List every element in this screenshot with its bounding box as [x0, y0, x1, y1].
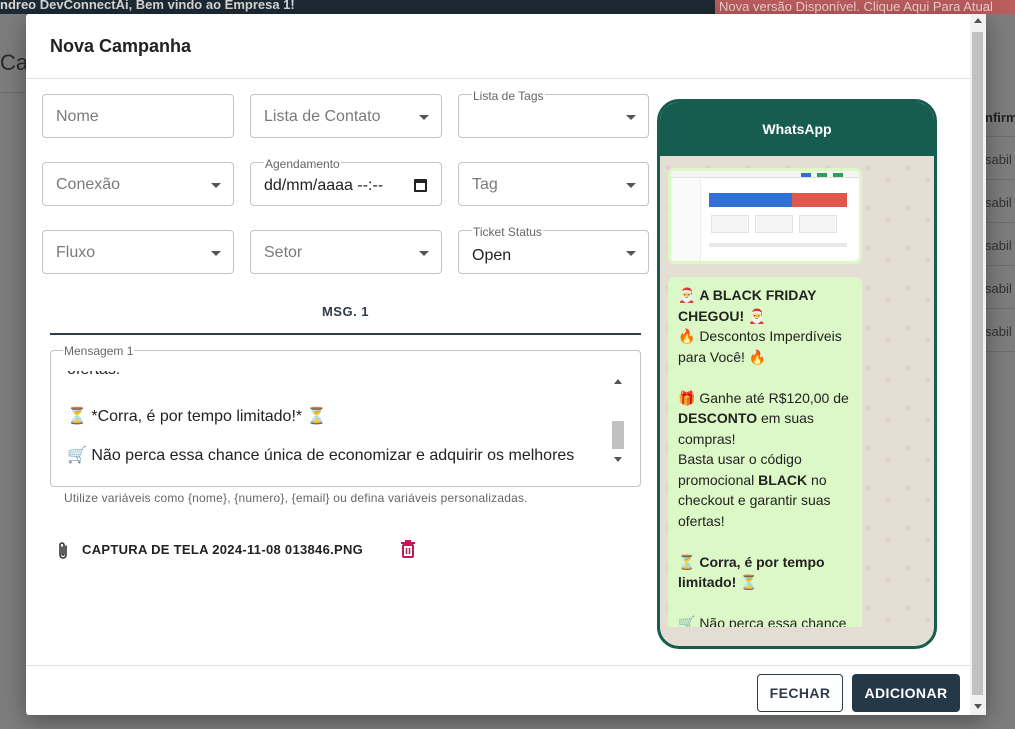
ticket-status-value: Open [472, 247, 512, 264]
chevron-down-icon [626, 251, 636, 256]
dialog-header-divider [26, 78, 970, 79]
scroll-up-icon[interactable] [974, 18, 982, 23]
chevron-down-icon [211, 251, 221, 256]
scroll-down-icon[interactable] [614, 457, 622, 462]
message-line: 🛒 Não perca essa chance única de economi… [67, 447, 575, 464]
preview-bold: DESCONTO [678, 410, 758, 426]
background-row-divider [985, 265, 1015, 266]
close-button[interactable]: FECHAR [757, 674, 843, 712]
message-line: ofertas! [67, 371, 120, 379]
tab-msg-1-label: MSG. 1 [321, 304, 370, 319]
background-row-divider [985, 179, 1015, 180]
tag-select[interactable]: Tag [458, 162, 649, 206]
whatsapp-header-title: WhatsApp [762, 121, 832, 137]
schedule-label: Agendamento [264, 157, 341, 171]
background-row-divider [985, 351, 1015, 352]
contact-list-select[interactable]: Lista de Contato [250, 94, 442, 138]
background-table: nfirm sabil sabil sabil sabil sabil [985, 78, 1015, 378]
santa-hat-icon: 🎅 [678, 287, 696, 303]
chat-area: 🎅 A BLACK FRIDAY CHEGOU! 🎅 🔥 Descontos I… [660, 156, 934, 627]
message-textarea[interactable]: Mensagem 1 ofertas! ⏳ *Corra, é por temp… [50, 345, 641, 487]
scroll-down-icon[interactable] [974, 704, 982, 709]
chevron-down-icon [626, 183, 636, 188]
hourglass-icon: ⏳ [740, 574, 758, 590]
ticket-status-label: Ticket Status [472, 225, 543, 239]
flow-select[interactable]: Fluxo [42, 230, 234, 274]
dialog-footer-divider [26, 665, 970, 666]
attachment-item: CAPTURA DE TELA 2024-11-08 013846.PNG [56, 539, 436, 561]
sector-select[interactable]: Setor [250, 230, 442, 274]
flow-placeholder: Fluxo [56, 244, 96, 261]
message-scrollbar[interactable] [611, 373, 625, 469]
update-notice[interactable]: Nova versão Disponível. Clique Aqui Para… [715, 0, 1015, 14]
contact-list-placeholder: Lista de Contato [264, 108, 381, 125]
chevron-down-icon [419, 115, 429, 120]
background-cell: sabil [985, 324, 1012, 339]
add-button[interactable]: ADICIONAR [852, 674, 960, 712]
text-message-bubble: 🎅 A BLACK FRIDAY CHEGOU! 🎅 🔥 Descontos I… [668, 277, 862, 627]
ticket-status-select[interactable]: Ticket Status Open [458, 226, 649, 274]
image-message-bubble [668, 168, 862, 264]
background-cell: sabil [985, 238, 1012, 253]
background-row-divider [985, 136, 1015, 137]
paperclip-icon [56, 541, 70, 566]
message-label: Mensagem 1 [63, 344, 135, 358]
scrollbar-thumb[interactable] [612, 421, 624, 449]
message-line: ⏳ *Corra, é por tempo limitado!* ⏳ [67, 408, 327, 425]
sector-placeholder: Setor [264, 244, 303, 261]
background-cell: sabil [985, 152, 1012, 167]
background-row-divider [985, 222, 1015, 223]
chevron-down-icon [626, 115, 636, 120]
whatsapp-header: WhatsApp [660, 102, 934, 156]
background-row-divider [985, 308, 1015, 309]
hourglass-icon: ⏳ [678, 553, 696, 570]
preview-text: 🎁 Ganhe até R$120,00 de [678, 389, 849, 406]
schedule-value: dd/mm/aaaa --:-- [264, 177, 384, 194]
dialog-scrollbar[interactable] [970, 14, 986, 715]
name-placeholder: Nome [56, 108, 99, 125]
tag-placeholder: Tag [472, 176, 498, 193]
preview-bold: BLACK [758, 471, 808, 488]
connection-placeholder: Conexão [56, 176, 121, 193]
connection-select[interactable]: Conexão [42, 162, 234, 206]
chevron-down-icon [211, 183, 221, 188]
tag-list-label: Lista de Tags [472, 89, 545, 103]
calendar-icon[interactable] [414, 179, 427, 192]
background-cell: sabil [985, 195, 1012, 210]
welcome-message: ndreo DevConnectAi, Bem vindo ao Empresa… [0, 0, 295, 12]
screenshot-thumbnail [671, 171, 859, 261]
name-field[interactable]: Nome [42, 94, 234, 138]
delete-icon[interactable] [400, 539, 416, 564]
message-helper-text: Utilize variáveis como {nome}, {numero},… [64, 491, 528, 505]
background-page-title: Ca [0, 50, 29, 75]
app-topbar: ndreo DevConnectAi, Bem vindo ao Empresa… [0, 0, 1015, 14]
new-campaign-dialog: Nova Campanha Nome Lista de Contato List… [26, 14, 986, 715]
schedule-datetime-input[interactable]: Agendamento dd/mm/aaaa --:-- [250, 158, 442, 206]
background-column-header: nfirm [985, 110, 1015, 125]
santa-hat-icon: 🎅 [748, 307, 766, 324]
attachment-filename: CAPTURA DE TELA 2024-11-08 013846.PNG [82, 542, 364, 557]
tag-list-select[interactable]: Lista de Tags [458, 90, 649, 138]
dialog-title: Nova Campanha [50, 36, 192, 56]
chevron-down-icon [419, 251, 429, 256]
tab-msg-1[interactable]: MSG. 1 [50, 294, 641, 335]
message-text[interactable]: ofertas! ⏳ *Corra, é por tempo limitado!… [67, 371, 607, 467]
preview-line: 🛒 Não perca essa chance [678, 615, 847, 627]
preview-line: 🔥 Descontos Imperdíveis para Você! 🔥 [678, 328, 842, 365]
background-cell: sabil [985, 281, 1012, 296]
scrollbar-thumb[interactable] [972, 32, 983, 695]
whatsapp-preview: WhatsApp 🎅 A BLACK FRIDAY CHEGOU! 🎅 🔥 De… [657, 99, 937, 649]
scroll-up-icon[interactable] [614, 379, 622, 384]
